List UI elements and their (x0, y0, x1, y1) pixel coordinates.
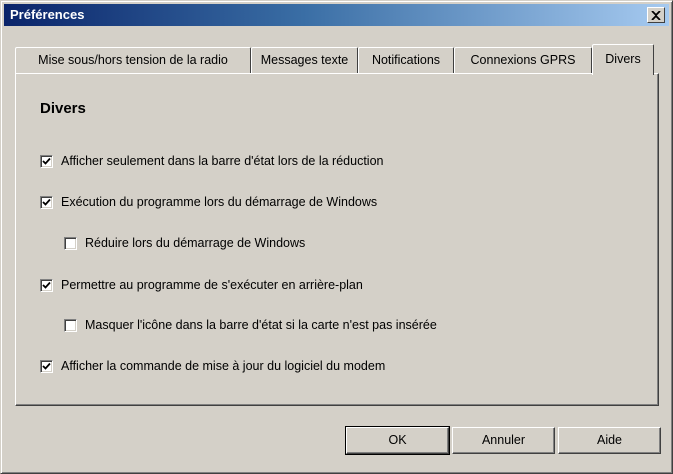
tab-text-messages[interactable]: Messages texte (251, 47, 358, 74)
ok-button[interactable]: OK (345, 426, 450, 455)
checkmark-icon (42, 362, 51, 370)
title-bar[interactable]: Préférences (4, 4, 669, 26)
option-minimize-at-startup[interactable]: Réduire lors du démarrage de Windows (64, 236, 305, 250)
option-run-in-background[interactable]: Permettre au programme de s'exécuter en … (40, 278, 363, 292)
cancel-button[interactable]: Annuler (452, 427, 555, 454)
option-minimize-to-tray[interactable]: Afficher seulement dans la barre d'état … (40, 154, 383, 168)
tab-label: Notifications (371, 53, 441, 67)
tab-panel-divers: Divers Afficher seulement dans la barre … (15, 73, 659, 406)
checkmark-icon (42, 198, 51, 206)
checkbox[interactable] (64, 236, 77, 250)
option-show-modem-update[interactable]: Afficher la commande de mise à jour du l… (40, 359, 385, 373)
tab-divers[interactable]: Divers (592, 44, 654, 75)
preferences-dialog: Préférences Mise sous/hors tension de la… (0, 0, 673, 474)
tab-gprs-connections[interactable]: Connexions GPRS (454, 47, 592, 74)
tab-notifications[interactable]: Notifications (358, 47, 454, 74)
tab-radio-power[interactable]: Mise sous/hors tension de la radio (15, 47, 251, 74)
checkbox[interactable] (40, 195, 53, 209)
option-hide-tray-icon[interactable]: Masquer l'icône dans la barre d'état si … (64, 318, 437, 332)
option-run-at-startup[interactable]: Exécution du programme lors du démarrage… (40, 195, 377, 209)
tab-label: Messages texte (260, 53, 349, 67)
tab-label: Connexions GPRS (470, 53, 576, 67)
option-label: Exécution du programme lors du démarrage… (61, 195, 378, 209)
checkbox[interactable] (40, 278, 53, 292)
tab-label: Divers (605, 52, 641, 66)
option-label: Masquer l'icône dans la barre d'état si … (85, 318, 437, 332)
window-title: Préférences (10, 7, 85, 22)
option-label: Afficher la commande de mise à jour du l… (61, 359, 386, 373)
checkbox[interactable] (40, 154, 53, 168)
option-label: Permettre au programme de s'exécuter en … (61, 278, 363, 292)
option-label: Réduire lors du démarrage de Windows (85, 236, 306, 250)
close-button[interactable] (647, 7, 665, 23)
checkmark-icon (42, 281, 51, 289)
tab-strip: Mise sous/hors tension de la radio Messa… (15, 44, 665, 75)
close-icon (651, 10, 661, 20)
option-label: Afficher seulement dans la barre d'état … (61, 154, 384, 168)
checkmark-icon (42, 157, 51, 165)
help-button[interactable]: Aide (558, 427, 661, 454)
tab-label: Mise sous/hors tension de la radio (38, 53, 228, 67)
section-title: Divers (40, 100, 86, 117)
checkbox[interactable] (40, 359, 53, 373)
checkbox[interactable] (64, 318, 77, 332)
